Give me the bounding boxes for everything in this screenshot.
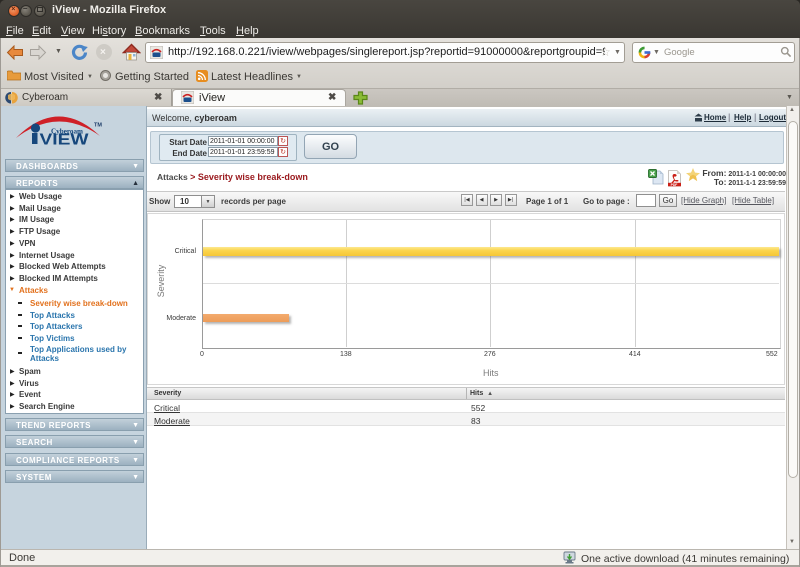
svg-text:TM: TM	[94, 123, 102, 129]
svg-text:VIEW: VIEW	[40, 132, 90, 149]
svg-text:PDF: PDF	[671, 183, 678, 187]
